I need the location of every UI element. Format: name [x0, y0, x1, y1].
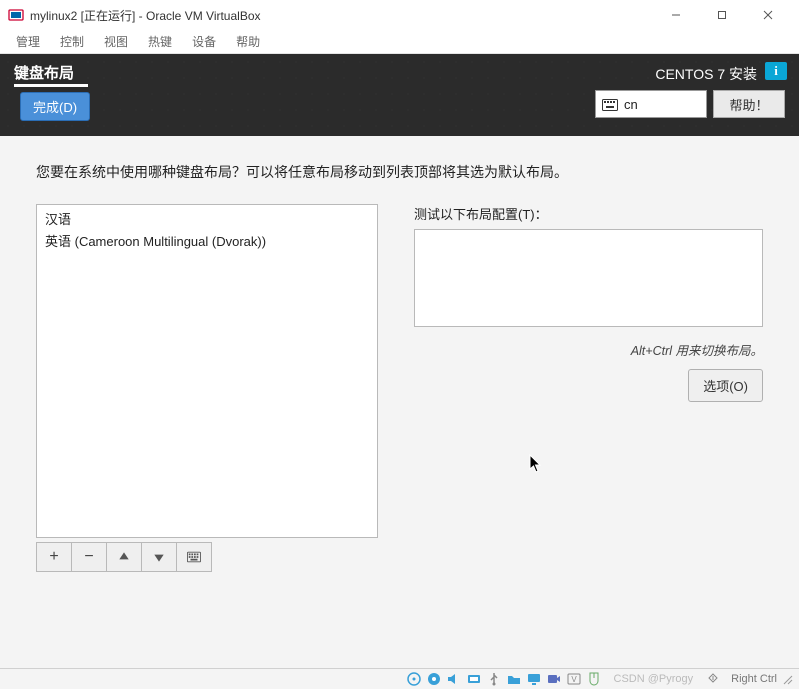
recording-icon[interactable]	[546, 671, 562, 687]
prompt-text: 您要在系统中使用哪种键盘布局？可以将任意布局移动到列表顶部将其选为默认布局。	[36, 162, 763, 182]
vb-window-title: mylinux2 [正在运行] - Oracle VM VirtualBox	[30, 7, 653, 24]
minimize-button[interactable]	[653, 0, 699, 30]
close-button[interactable]	[745, 0, 791, 30]
guest-screen: 键盘布局 完成(D) CENTOS 7 安装 i cn 帮助！ 您要在系统中使用…	[0, 54, 799, 668]
vb-menu-control[interactable]: 控制	[50, 30, 94, 53]
layout-item[interactable]: 汉语	[39, 209, 375, 231]
keyboard-indicator[interactable]: cn	[595, 90, 707, 118]
virtualbox-icon	[8, 7, 24, 23]
network-icon[interactable]	[466, 671, 482, 687]
content-area: 您要在系统中使用哪种键盘布局？可以将任意布局移动到列表顶部将其选为默认布局。 汉…	[0, 136, 799, 668]
page-title: 键盘布局	[14, 62, 74, 83]
display-icon[interactable]	[526, 671, 542, 687]
vb-menubar: 管理 控制 视图 热键 设备 帮助	[0, 30, 799, 54]
watermark-text: CSDN @Pyrogy	[614, 673, 694, 685]
vb-menu-help[interactable]: 帮助	[226, 30, 270, 53]
switch-hint: Alt+Ctrl 用来切换布局。	[414, 340, 763, 359]
help-button[interactable]: 帮助！	[713, 90, 785, 118]
remove-layout-button[interactable]: −	[71, 542, 107, 572]
vb-statusbar: V CSDN @Pyrogy Right Ctrl	[0, 668, 799, 689]
vb-menu-devices[interactable]: 设备	[182, 30, 226, 53]
test-input[interactable]	[414, 229, 763, 327]
maximize-button[interactable]	[699, 0, 745, 30]
hostkey-icon	[705, 671, 721, 687]
vb-menu-hotkeys[interactable]: 热键	[138, 30, 182, 53]
preview-layout-button[interactable]	[176, 542, 212, 572]
move-down-button[interactable]	[141, 542, 177, 572]
move-up-button[interactable]	[106, 542, 142, 572]
optical-icon[interactable]	[426, 671, 442, 687]
layout-toolbar: + −	[36, 542, 378, 572]
keyboard-lang-code: cn	[624, 97, 638, 112]
vb-menu-view[interactable]: 视图	[94, 30, 138, 53]
options-button[interactable]: 选项(O)	[688, 369, 763, 402]
audio-icon[interactable]	[446, 671, 462, 687]
hostkey-label: Right Ctrl	[731, 673, 777, 685]
layout-item[interactable]: 英语 (Cameroon Multilingual (Dvorak))	[39, 231, 375, 253]
layout-list[interactable]: 汉语 英语 (Cameroon Multilingual (Dvorak))	[36, 204, 378, 538]
hdd-icon[interactable]	[406, 671, 422, 687]
usb-icon[interactable]	[486, 671, 502, 687]
guest-additions-icon[interactable]: V	[566, 671, 582, 687]
mouse-integration-icon[interactable]	[586, 671, 602, 687]
anaconda-header: 键盘布局 完成(D) CENTOS 7 安装 i cn 帮助！	[0, 54, 799, 136]
resize-grip-icon[interactable]	[781, 673, 793, 685]
done-button[interactable]: 完成(D)	[20, 92, 90, 121]
shared-folder-icon[interactable]	[506, 671, 522, 687]
info-icon[interactable]: i	[765, 62, 787, 80]
page-title-underline	[14, 84, 88, 87]
keyboard-icon	[602, 98, 618, 110]
vb-titlebar: mylinux2 [正在运行] - Oracle VM VirtualBox	[0, 0, 799, 30]
test-label: 测试以下布局配置(T)：	[414, 204, 763, 223]
svg-text:V: V	[571, 675, 577, 684]
brand-label: CENTOS 7 安装	[655, 64, 757, 84]
vb-menu-manage[interactable]: 管理	[6, 30, 50, 53]
add-layout-button[interactable]: +	[36, 542, 72, 572]
